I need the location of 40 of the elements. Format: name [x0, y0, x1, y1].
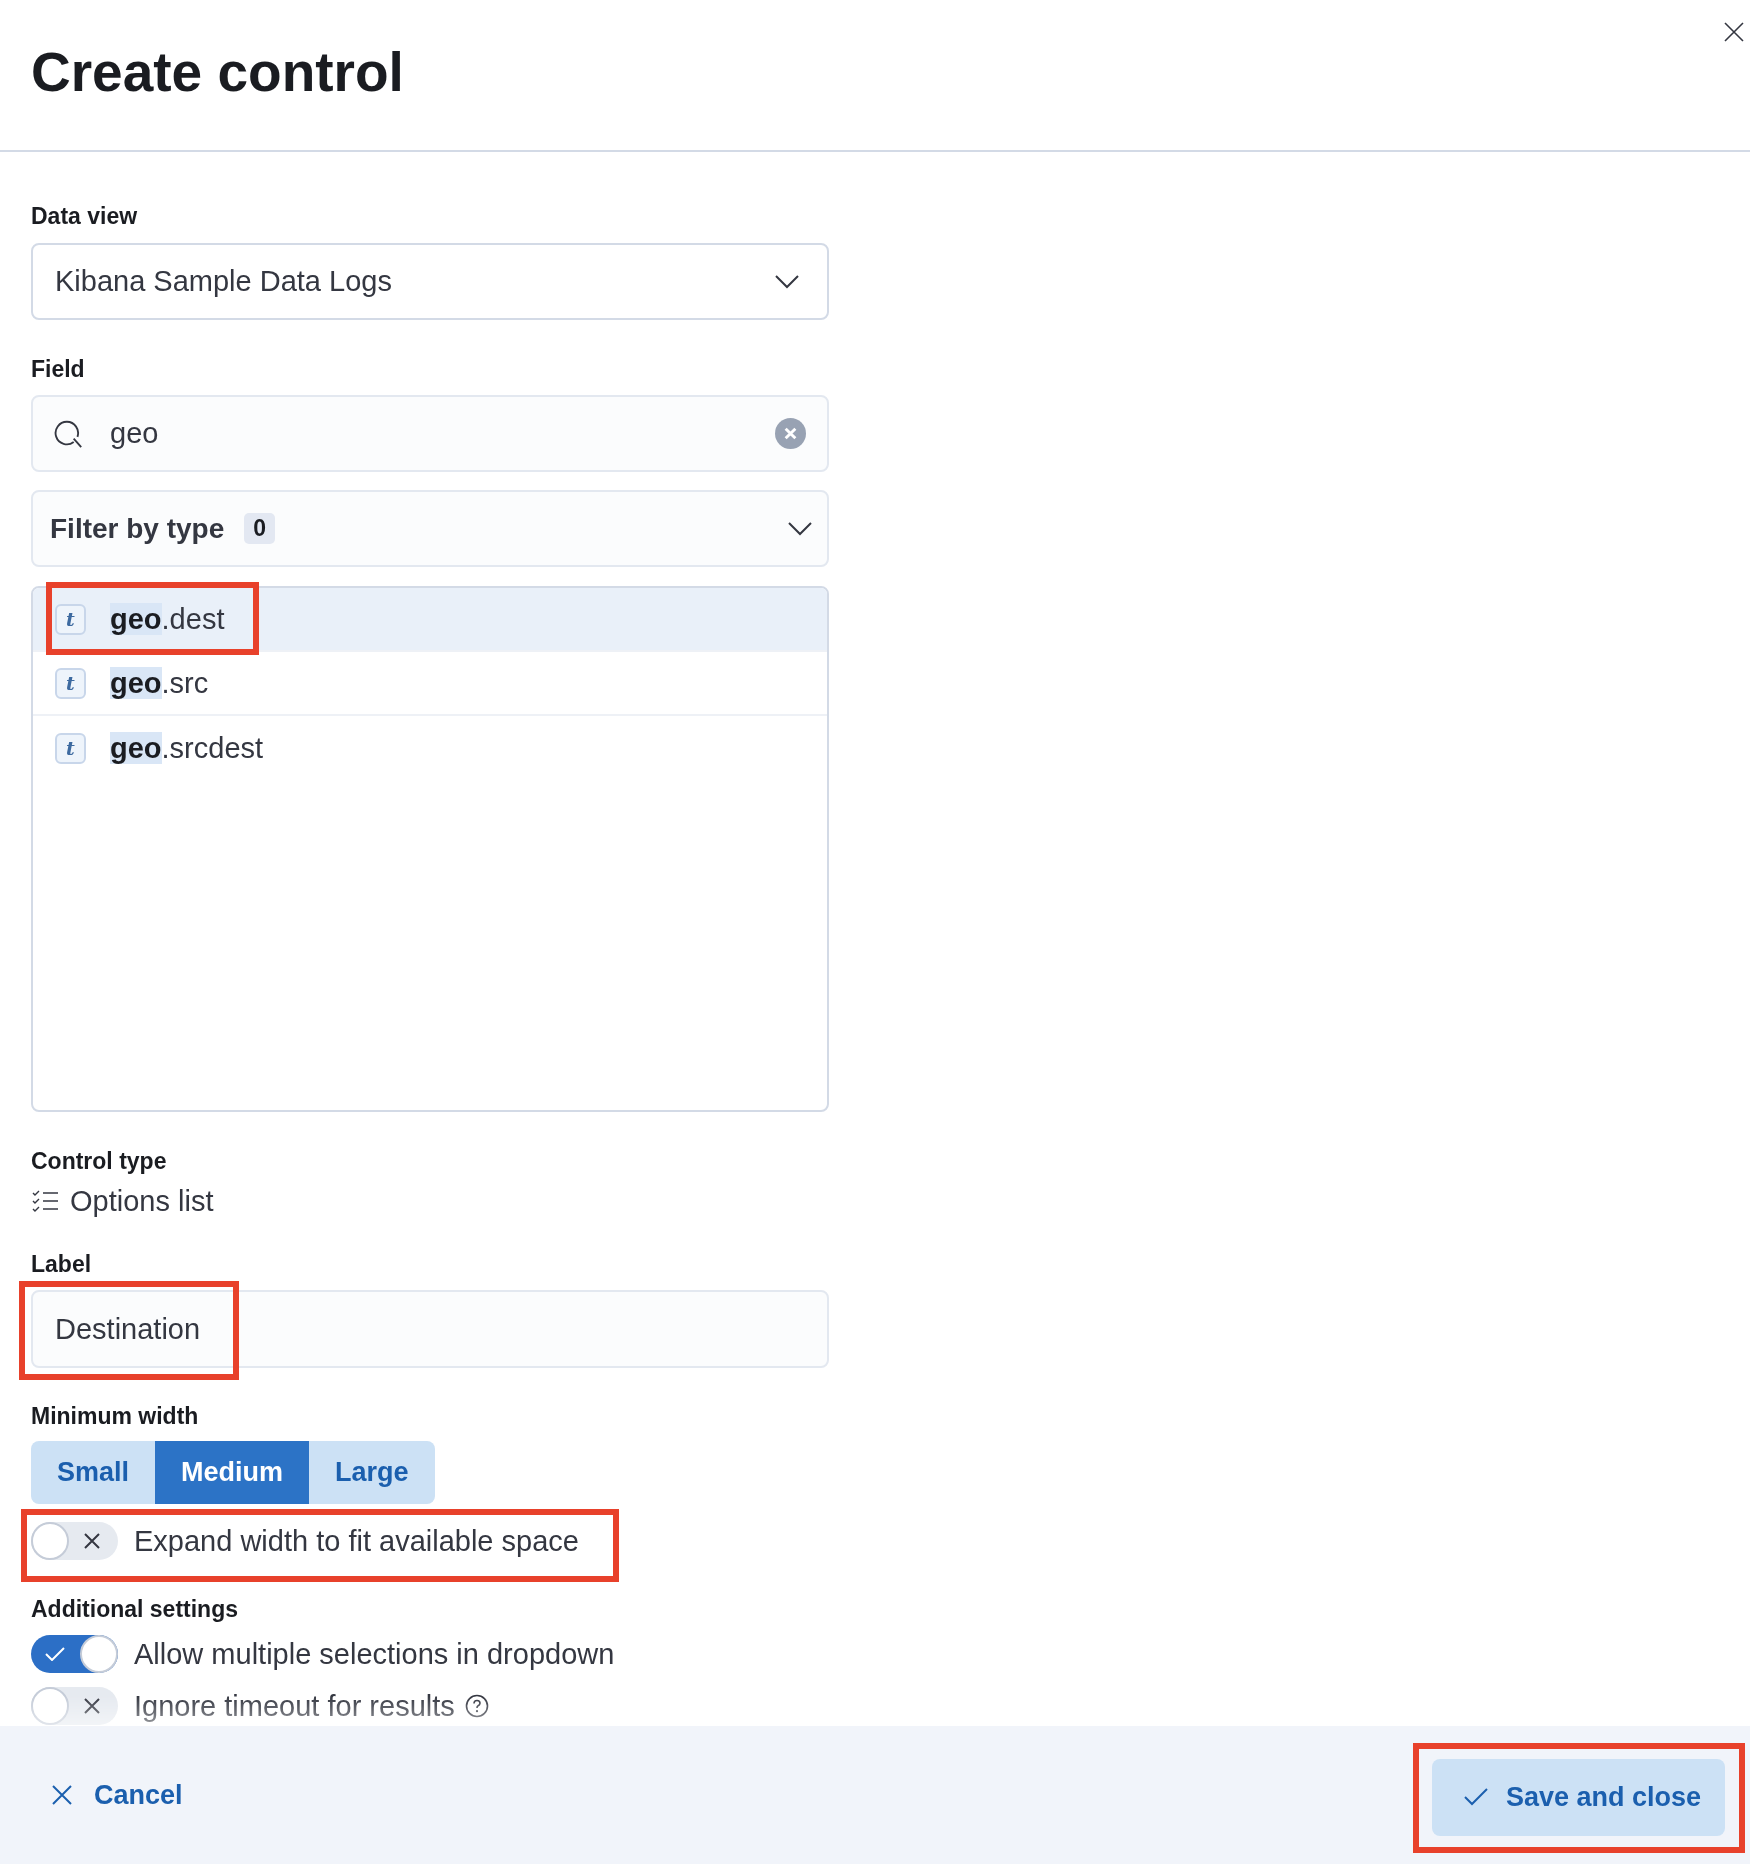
- field-label: Control type: [31, 1148, 167, 1174]
- chevron-down-icon: [775, 274, 799, 289]
- toggle-switch[interactable]: [31, 1522, 118, 1560]
- width-option-button[interactable]: Medium: [155, 1441, 310, 1504]
- cross-icon: [84, 1533, 100, 1549]
- label-input[interactable]: Destination: [31, 1290, 829, 1368]
- check-icon: [1463, 1788, 1488, 1806]
- switch-label: Ignore timeout for results: [134, 1689, 455, 1724]
- width-option-button[interactable]: Large: [309, 1441, 435, 1504]
- type-token: t: [55, 732, 86, 764]
- cross-icon: [84, 1698, 100, 1714]
- toggle-switch[interactable]: [31, 1635, 118, 1673]
- field-label: Minimum width: [31, 1403, 199, 1429]
- chevron-down-icon: [788, 521, 812, 536]
- field-option[interactable]: t geo.src: [33, 652, 827, 716]
- flyout-title: Create control: [31, 42, 404, 102]
- field-label: Label: [31, 1251, 92, 1277]
- switch-label: Allow multiple selections in dropdown: [134, 1637, 615, 1672]
- filter-by-type-button[interactable]: Filter by type 0: [31, 490, 829, 567]
- close-icon: [52, 1785, 72, 1805]
- close-icon[interactable]: [1724, 22, 1744, 42]
- field-label: Field: [31, 356, 85, 382]
- cancel-button[interactable]: Cancel: [52, 1779, 183, 1811]
- clear-icon[interactable]: [775, 418, 806, 449]
- check-icon: [45, 1647, 65, 1661]
- checklist-icon: [32, 1190, 58, 1212]
- search-icon: [54, 418, 84, 449]
- control-type-value: Options list: [70, 1184, 214, 1218]
- type-token: t: [55, 667, 86, 699]
- type-token: t: [55, 603, 86, 635]
- width-option-button[interactable]: Small: [31, 1441, 156, 1504]
- save-button[interactable]: Save and close: [1431, 1758, 1725, 1836]
- data-view-select[interactable]: Kibana Sample Data Logs: [31, 243, 829, 320]
- search-field[interactable]: geo: [31, 395, 829, 472]
- count-badge: 0: [244, 513, 276, 544]
- field-label: Additional settings: [31, 1596, 238, 1622]
- toggle-switch[interactable]: [31, 1687, 118, 1725]
- field-option[interactable]: t geo.srcdest: [33, 716, 827, 780]
- switch-label: Expand width to fit available space: [134, 1524, 579, 1559]
- field-label: Data view: [31, 203, 138, 229]
